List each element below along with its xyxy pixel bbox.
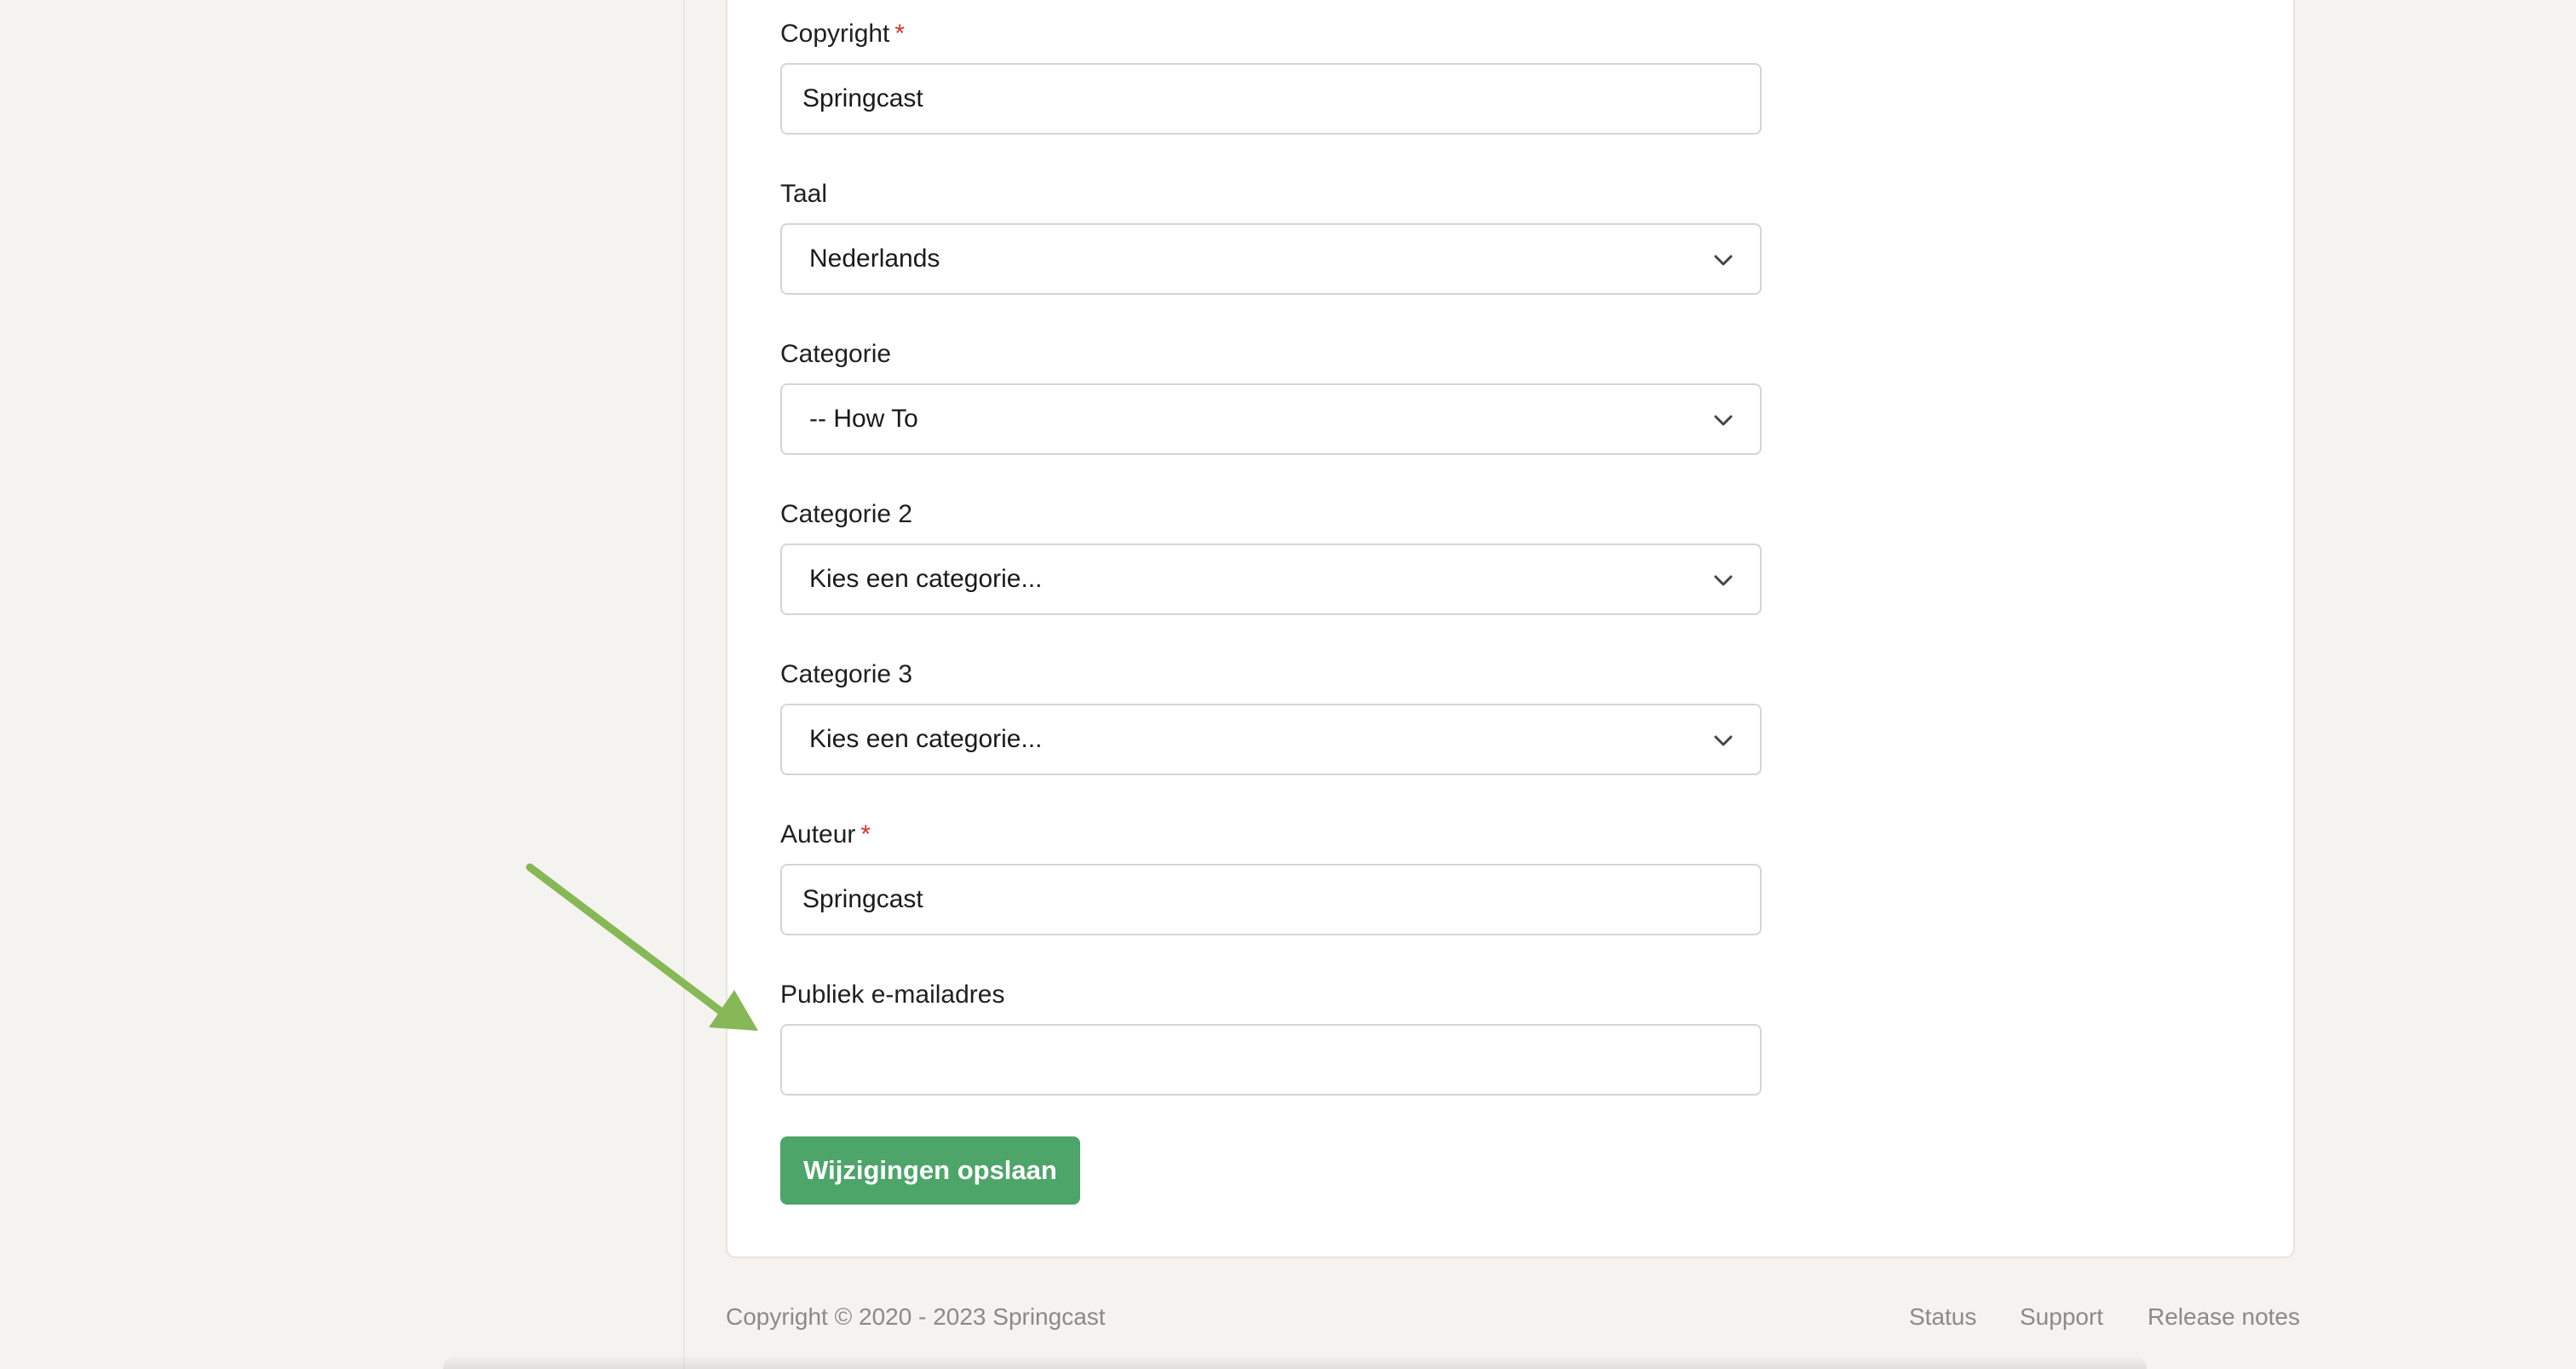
sidebar-divider [683, 0, 685, 1369]
footer-link-release-notes[interactable]: Release notes [2148, 1300, 2300, 1334]
footer-link-status[interactable]: Status [1909, 1300, 1976, 1334]
language-select-value: Nederlands [809, 244, 940, 273]
category3-select[interactable]: Kies een categorie... [780, 704, 1762, 775]
chevron-down-icon [1714, 575, 1733, 586]
copyright-input[interactable]: Springcast [780, 63, 1762, 135]
copyright-label: Copyright * [780, 20, 906, 48]
category3-select-value: Kies een categorie... [809, 725, 1043, 753]
category2-select[interactable]: Kies een categorie... [780, 544, 1762, 615]
footer-copyright: Copyright © 2020 - 2023 Springcast [726, 1303, 1106, 1330]
chevron-down-icon [1714, 415, 1733, 426]
author-label: Auteur * [780, 820, 871, 848]
language-select[interactable]: Nederlands [780, 223, 1762, 295]
author-input[interactable]: Springcast [780, 864, 1762, 935]
category-label: Categorie [780, 340, 892, 368]
category2-label: Categorie 2 [780, 500, 913, 528]
language-label: Taal [780, 180, 828, 208]
public-email-label: Publiek e-mailadres [780, 981, 1005, 1009]
required-mark: * [860, 820, 871, 848]
save-button[interactable]: Wijzigingen opslaan [780, 1136, 1080, 1205]
required-mark: * [894, 20, 906, 48]
category2-select-value: Kies een categorie... [809, 565, 1043, 593]
chevron-down-icon [1714, 255, 1733, 266]
bottom-shadow [443, 1355, 2147, 1369]
category3-label: Categorie 3 [780, 660, 913, 688]
chevron-down-icon [1714, 735, 1733, 746]
footer-link-support[interactable]: Support [2020, 1300, 2103, 1334]
public-email-input[interactable] [780, 1024, 1762, 1096]
category-select-value: -- How To [809, 405, 918, 433]
annotation-arrow-icon [526, 863, 758, 1031]
category-select[interactable]: -- How To [780, 383, 1762, 455]
